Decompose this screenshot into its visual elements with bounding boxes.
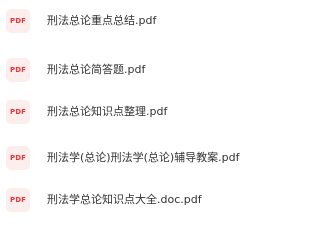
file-name[interactable]: 刑法学总论知识点大全.doc.pdf — [47, 193, 202, 207]
file-name[interactable]: 刑法总论知识点整理.pdf — [47, 105, 167, 119]
file-item[interactable]: PDF 刑法总论简答题.pdf — [0, 52, 300, 92]
file-name[interactable]: 刑法总论简答题.pdf — [47, 63, 145, 77]
file-name[interactable]: 刑法学(总论)刑法学(总论)辅导教案.pdf — [47, 151, 240, 165]
file-item[interactable]: PDF 刑法总论知识点整理.pdf — [0, 94, 300, 134]
file-list: PDF 刑法总论重点总结.pdf PDF 刑法总论简答题.pdf PDF 刑法总… — [0, 0, 300, 220]
pdf-file-icon: PDF — [6, 100, 30, 124]
pdf-file-icon: PDF — [6, 188, 30, 212]
file-name[interactable]: 刑法总论重点总结.pdf — [47, 14, 156, 28]
pdf-file-icon: PDF — [6, 9, 30, 33]
pdf-file-icon: PDF — [6, 146, 30, 170]
pdf-file-icon: PDF — [6, 58, 30, 82]
file-item[interactable]: PDF 刑法学(总论)刑法学(总论)辅导教案.pdf — [0, 140, 300, 180]
file-item[interactable]: PDF 刑法总论重点总结.pdf — [0, 3, 300, 43]
file-item[interactable]: PDF 刑法学总论知识点大全.doc.pdf — [0, 182, 300, 222]
